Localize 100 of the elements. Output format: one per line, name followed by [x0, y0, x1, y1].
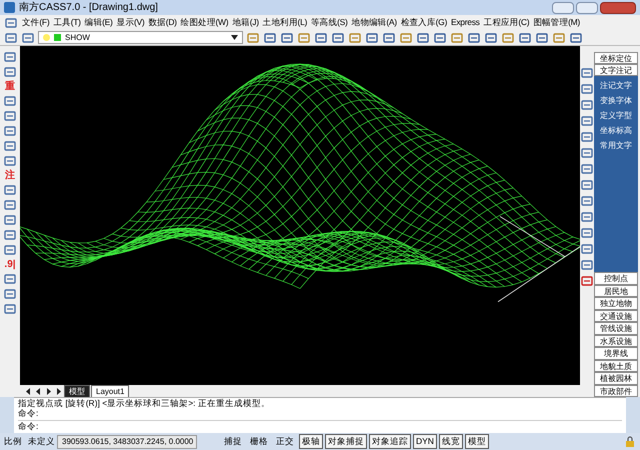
- tool-icon[interactable]: [518, 30, 532, 44]
- panel-list-item[interactable]: 常用文字: [600, 140, 632, 152]
- category-button[interactable]: 独立地物: [594, 297, 638, 310]
- menu-item[interactable]: 图幅管理(M): [533, 16, 580, 29]
- tool-icon[interactable]: [467, 30, 481, 44]
- status-toggle[interactable]: 正交: [273, 434, 297, 449]
- category-button[interactable]: 地貌土质: [594, 360, 638, 372]
- tool-icon[interactable]: [246, 30, 260, 44]
- menu-item[interactable]: 等高线(S): [311, 16, 348, 29]
- layout-tab[interactable]: Layout1: [91, 384, 130, 398]
- tool-icon[interactable]: [580, 114, 594, 128]
- tool-icon[interactable]: [3, 272, 17, 286]
- tool-button[interactable]: .9|: [4, 258, 16, 271]
- menu-item[interactable]: 检查入库(G): [400, 16, 447, 29]
- tool-icon[interactable]: [580, 274, 594, 288]
- menu-item[interactable]: 地物编辑(A): [352, 16, 397, 29]
- category-button[interactable]: 市政部件: [594, 384, 638, 397]
- category-button[interactable]: 居民地: [594, 284, 638, 297]
- tool-icon[interactable]: [3, 65, 17, 79]
- tool-icon[interactable]: [3, 243, 17, 257]
- panel-list-item[interactable]: 变换字体: [600, 95, 632, 107]
- close-button[interactable]: [600, 2, 636, 14]
- status-toggle[interactable]: 对象捕捉: [325, 434, 367, 449]
- tool-icon[interactable]: [365, 30, 379, 44]
- tool-icon[interactable]: [580, 162, 594, 176]
- maximize-button[interactable]: [576, 2, 598, 14]
- tool-icon[interactable]: [3, 287, 17, 301]
- status-toggle[interactable]: 栅格: [247, 434, 271, 449]
- tool-icon[interactable]: [3, 109, 17, 123]
- category-button[interactable]: 水系设施: [594, 334, 638, 347]
- minimize-button[interactable]: [552, 2, 574, 14]
- menu-item[interactable]: 绘图处理(W): [180, 16, 228, 29]
- menu-item[interactable]: Express: [450, 16, 480, 29]
- status-toggle[interactable]: 极轴: [299, 434, 323, 449]
- tool-button[interactable]: 注: [5, 169, 15, 182]
- status-toggle[interactable]: 对象追踪: [369, 434, 411, 449]
- tool-icon[interactable]: [280, 30, 294, 44]
- tool-icon[interactable]: [580, 242, 594, 256]
- panel-list-item[interactable]: 坐标标高: [600, 125, 632, 137]
- status-toggle[interactable]: DYN: [413, 434, 437, 449]
- tool-icon[interactable]: [580, 178, 594, 192]
- tool-icon[interactable]: [3, 154, 17, 168]
- tool-icon[interactable]: [535, 30, 549, 44]
- tool-icon[interactable]: [3, 183, 17, 197]
- layer-dropdown[interactable]: SHOW: [38, 31, 243, 44]
- tool-icon[interactable]: [501, 30, 515, 44]
- menu-item[interactable]: 工程应用(C): [484, 16, 530, 29]
- tool-icon[interactable]: [331, 30, 345, 44]
- tool-icon[interactable]: [580, 82, 594, 96]
- lock-icon[interactable]: [624, 436, 636, 448]
- tool-icon[interactable]: [263, 30, 277, 44]
- tool-icon[interactable]: [3, 94, 17, 108]
- tool-icon[interactable]: [580, 98, 594, 112]
- category-button[interactable]: 境界线: [594, 347, 638, 360]
- menu-item[interactable]: 工具(T): [53, 16, 81, 29]
- status-toggle[interactable]: 模型: [464, 434, 489, 449]
- tool-icon[interactable]: [297, 30, 311, 44]
- tool-icon[interactable]: [552, 30, 566, 44]
- tool-icon[interactable]: [580, 210, 594, 224]
- menu-item[interactable]: 编辑(E): [84, 16, 113, 29]
- tool-icon[interactable]: [382, 30, 396, 44]
- tool-icon[interactable]: [3, 50, 17, 64]
- tool-icon[interactable]: [580, 226, 594, 240]
- panel-list-item[interactable]: 定义字型: [600, 110, 632, 122]
- tool-icon[interactable]: [484, 30, 498, 44]
- tool-icon[interactable]: [580, 194, 594, 208]
- tool-icon[interactable]: [3, 302, 17, 316]
- coordinate-locate-button[interactable]: 坐标定位: [594, 52, 638, 64]
- tool-icon[interactable]: [3, 139, 17, 153]
- tool-icon[interactable]: [450, 30, 464, 44]
- tool-icon[interactable]: [348, 30, 362, 44]
- menu-item[interactable]: 数据(D): [148, 16, 177, 29]
- tool-icon[interactable]: [580, 66, 594, 80]
- category-button[interactable]: 管线设施: [594, 322, 638, 334]
- tool-icon[interactable]: [3, 213, 17, 227]
- tool-icon[interactable]: [3, 124, 17, 138]
- menu-item[interactable]: 土地利用(L): [262, 16, 308, 29]
- category-button[interactable]: 交通设施: [594, 310, 638, 322]
- panel-tab[interactable]: 文字注记: [594, 64, 638, 76]
- status-toggle[interactable]: 线宽: [438, 434, 463, 449]
- panel-list-item[interactable]: 注记文字: [600, 80, 632, 92]
- menu-item[interactable]: 显示(V): [116, 16, 144, 29]
- tool-icon[interactable]: [569, 30, 583, 44]
- layout-tab[interactable]: 模型: [64, 384, 90, 398]
- menu-item[interactable]: 地籍(J): [232, 16, 259, 29]
- menu-item[interactable]: 文件(F): [22, 16, 50, 29]
- tool-icon[interactable]: [433, 30, 447, 44]
- tool-icon[interactable]: [314, 30, 328, 44]
- tool-icon[interactable]: [3, 228, 17, 242]
- command-prompt[interactable]: 命令:: [18, 420, 622, 431]
- tool-icon[interactable]: [3, 198, 17, 212]
- tool-icon[interactable]: [580, 258, 594, 272]
- tool-button[interactable]: 重: [5, 80, 15, 93]
- category-button[interactable]: 植被园林: [594, 372, 638, 384]
- status-toggle[interactable]: 捕捉: [221, 434, 245, 449]
- tool-icon[interactable]: [416, 30, 430, 44]
- tool-icon[interactable]: [580, 146, 594, 160]
- tool-icon[interactable]: [399, 30, 413, 44]
- category-button[interactable]: 控制点: [594, 272, 638, 284]
- tool-icon[interactable]: [580, 130, 594, 144]
